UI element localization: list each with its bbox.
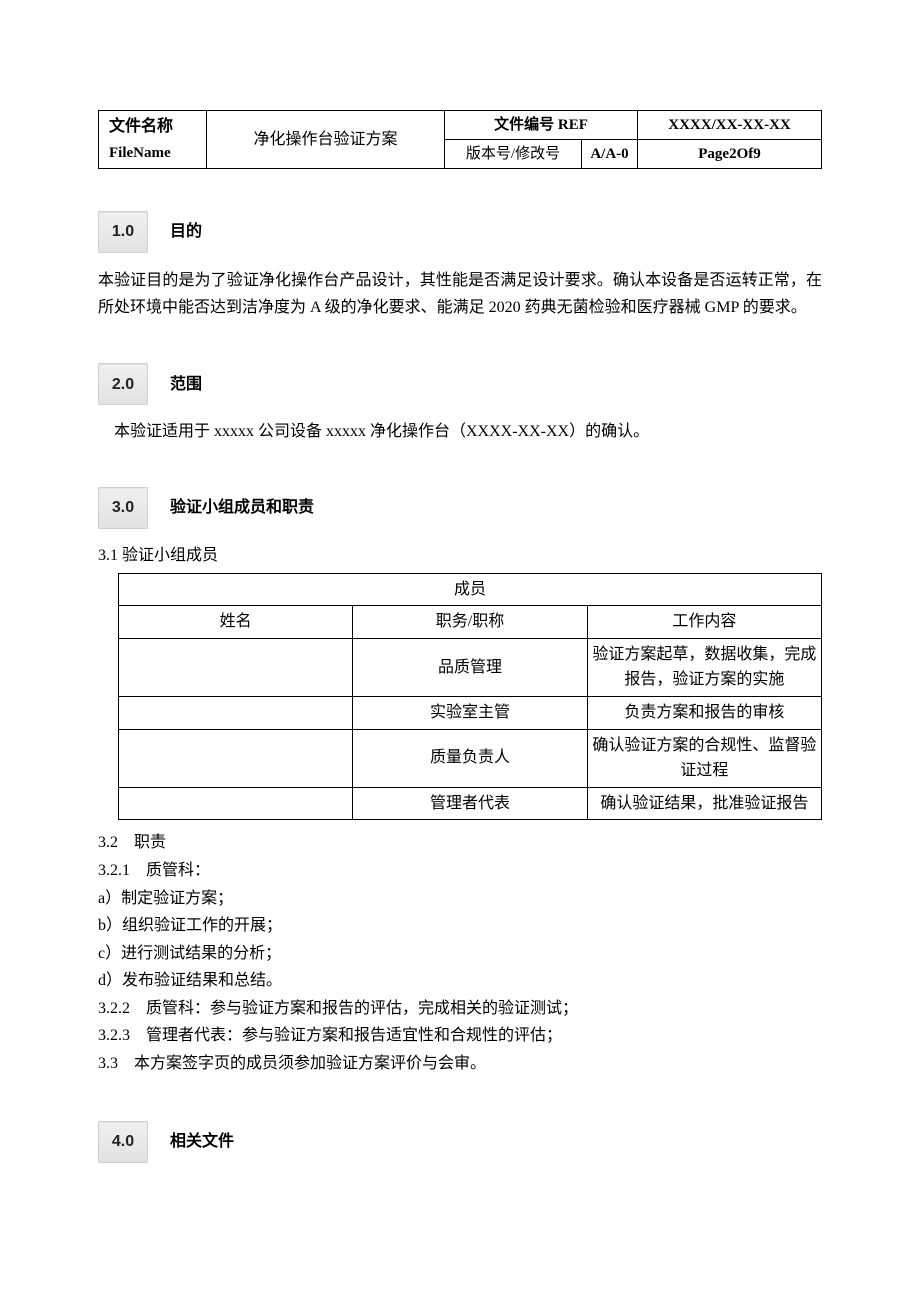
members-subheading: 3.1 验证小组成员 (98, 543, 822, 569)
header-ref-label: 文件编号 REF (445, 111, 638, 140)
duties-item-c: c）进行测试结果的分析； (98, 941, 822, 967)
member-role: 品质管理 (353, 638, 587, 696)
duties-3-2-2: 3.2.2 质管科：参与验证方案和报告的评估，完成相关的验证测试； (98, 996, 822, 1022)
member-role: 管理者代表 (353, 787, 587, 820)
duties-item-d: d）发布验证结果和总结。 (98, 968, 822, 994)
section-3-title: 验证小组成员和职责 (170, 495, 314, 521)
section-4-title: 相关文件 (170, 1129, 234, 1155)
member-work: 确认验证方案的合规性、监督验证过程 (587, 729, 821, 787)
section-3-number: 3.0 (98, 487, 148, 529)
members-col-work: 工作内容 (587, 606, 821, 639)
section-2-body: 本验证适用于 xxxxx 公司设备 xxxxx 净化操作台（XXXX-XX-XX… (114, 419, 822, 445)
table-row: 实验室主管 负责方案和报告的审核 (119, 696, 822, 729)
header-doc-title: 净化操作台验证方案 (207, 111, 445, 169)
member-role: 实验室主管 (353, 696, 587, 729)
section-1-title: 目的 (170, 219, 202, 245)
member-work: 验证方案起草，数据收集，完成报告，验证方案的实施 (587, 638, 821, 696)
header-ref-value: XXXX/XX-XX-XX (638, 111, 822, 140)
member-name (119, 787, 353, 820)
table-row: 管理者代表 确认验证结果，批准验证报告 (119, 787, 822, 820)
duties-item-a: a）制定验证方案； (98, 886, 822, 912)
member-name (119, 638, 353, 696)
member-work: 负责方案和报告的审核 (587, 696, 821, 729)
members-col-role: 职务/职称 (353, 606, 587, 639)
duties-item-b: b）组织验证工作的开展； (98, 913, 822, 939)
duties-3-2: 3.2 职责 (98, 830, 822, 856)
header-file-label: 文件名称 FileName (99, 111, 207, 169)
header-file-label-en: FileName (109, 145, 171, 161)
section-1-heading: 1.0 目的 (98, 211, 822, 253)
section-4-heading: 4.0 相关文件 (98, 1121, 822, 1163)
header-version-value: A/A-0 (582, 140, 638, 169)
section-1-body: 本验证目的是为了验证净化操作台产品设计，其性能是否满足设计要求。确认本设备是否运… (98, 267, 822, 321)
header-version-label: 版本号/修改号 (445, 140, 582, 169)
duties-3-2-1: 3.2.1 质管科： (98, 858, 822, 884)
duties-3-3: 3.3 本方案签字页的成员须参加验证方案评价与会审。 (98, 1051, 822, 1077)
section-1-number: 1.0 (98, 211, 148, 253)
section-2-number: 2.0 (98, 363, 148, 405)
member-name (119, 696, 353, 729)
table-row: 质量负责人 确认验证方案的合规性、监督验证过程 (119, 729, 822, 787)
section-2-heading: 2.0 范围 (98, 363, 822, 405)
section-2-title: 范围 (170, 372, 202, 398)
doc-header-table: 文件名称 FileName 净化操作台验证方案 文件编号 REF XXXX/XX… (98, 110, 822, 169)
section-3-heading: 3.0 验证小组成员和职责 (98, 487, 822, 529)
member-work: 确认验证结果，批准验证报告 (587, 787, 821, 820)
members-table: 成员 姓名 职务/职称 工作内容 品质管理 验证方案起草，数据收集，完成报告，验… (118, 573, 822, 821)
members-table-caption: 成员 (119, 573, 822, 606)
members-table-wrap: 成员 姓名 职务/职称 工作内容 品质管理 验证方案起草，数据收集，完成报告，验… (118, 573, 822, 821)
section-4-number: 4.0 (98, 1121, 148, 1163)
members-col-name: 姓名 (119, 606, 353, 639)
member-role: 质量负责人 (353, 729, 587, 787)
header-page: Page2Of9 (638, 140, 822, 169)
header-file-label-zh: 文件名称 (109, 118, 173, 135)
table-row: 品质管理 验证方案起草，数据收集，完成报告，验证方案的实施 (119, 638, 822, 696)
duties-3-2-3: 3.2.3 管理者代表：参与验证方案和报告适宜性和合规性的评估； (98, 1023, 822, 1049)
member-name (119, 729, 353, 787)
